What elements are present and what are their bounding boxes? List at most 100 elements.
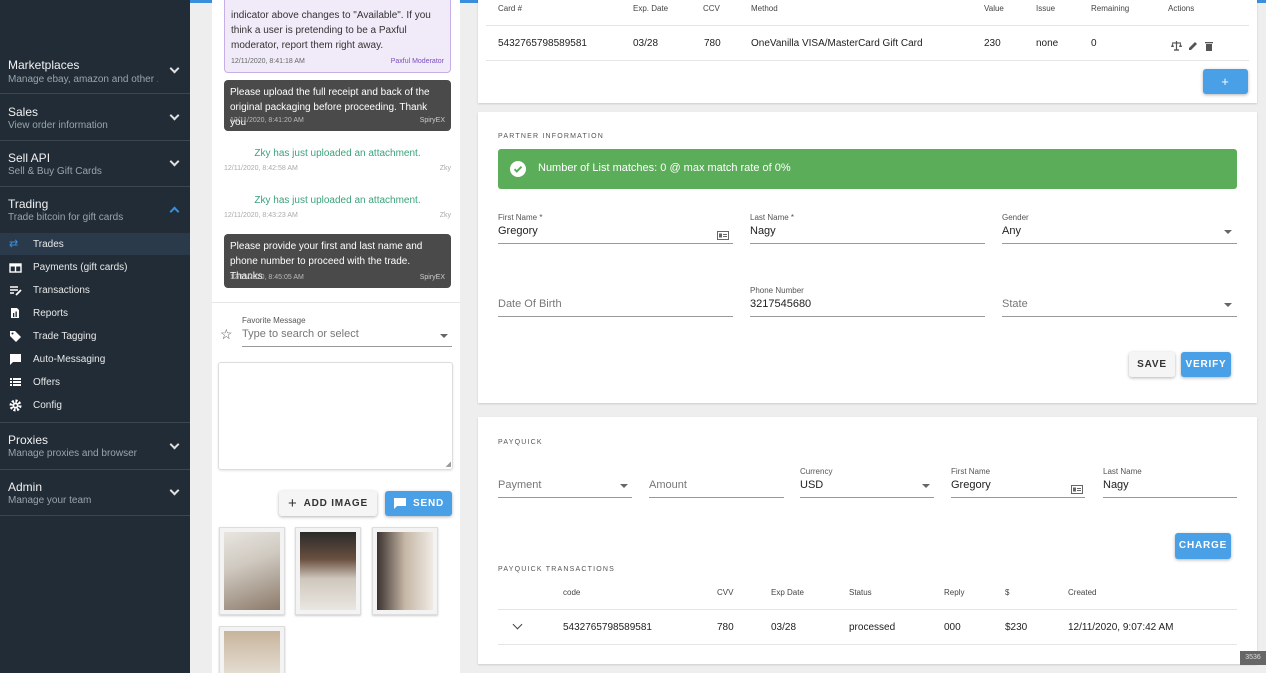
tx-reply: 000: [944, 622, 961, 633]
phone-number-field[interactable]: 3217545680: [750, 297, 985, 317]
message-author: Paxful Moderator: [390, 58, 444, 65]
sidebar-item-trades[interactable]: ⇄ Trades: [0, 233, 190, 255]
tag-icon: [9, 330, 23, 342]
delete-trash-icon[interactable]: [1205, 38, 1213, 56]
nav-title: Trading: [8, 197, 49, 211]
column-header: Card #: [498, 4, 523, 13]
star-icon[interactable]: ☆: [220, 326, 233, 343]
list-icon: [9, 376, 23, 388]
nav-sales[interactable]: Sales View order information: [0, 94, 190, 141]
sidebar-item-label: Offers: [33, 377, 61, 388]
card-back-image: [377, 532, 433, 610]
receipt-image: [224, 532, 280, 610]
divider: [212, 302, 460, 303]
payquick-last-name-field[interactable]: Nagy: [1103, 478, 1237, 498]
chevron-down-icon: [169, 156, 180, 167]
payment-select[interactable]: Payment: [498, 478, 632, 498]
date-of-birth-field[interactable]: Date Of Birth: [498, 297, 733, 317]
nav-marketplaces[interactable]: Marketplaces Manage ebay, amazon and oth…: [0, 47, 190, 94]
amount-field[interactable]: Amount: [649, 478, 784, 498]
chat-message: Please provide your first and last name …: [224, 234, 451, 288]
attachment-thumbnail[interactable]: [295, 527, 361, 615]
date-of-birth-placeholder: Date Of Birth: [498, 298, 562, 310]
message-textarea[interactable]: ◢: [218, 362, 453, 470]
state-select[interactable]: State: [1002, 297, 1237, 317]
column-header: code: [563, 588, 581, 597]
sidebar-item-trade-tagging[interactable]: Trade Tagging: [0, 325, 190, 347]
moderator-message: indicator above changes to "Available". …: [224, 0, 451, 73]
nav-title: Sales: [8, 105, 39, 119]
sidebar: Marketplaces Manage ebay, amazon and oth…: [0, 0, 190, 673]
gender-select[interactable]: Any: [1002, 224, 1237, 244]
divider: [486, 60, 1249, 61]
system-message: Zky has just uploaded an attachment.: [254, 195, 421, 206]
sidebar-item-label: Transactions: [33, 285, 90, 296]
nav-sell-api[interactable]: Sell API Sell & Buy Gift Cards: [0, 141, 190, 187]
sidebar-item-transactions[interactable]: Transactions: [0, 279, 190, 301]
column-header: Actions: [1168, 4, 1195, 13]
issue: none: [1036, 38, 1059, 49]
tx-status: processed: [849, 622, 896, 633]
favorite-message-label: Favorite Message: [242, 316, 306, 325]
column-header: Exp Date: [771, 588, 804, 597]
dropdown-caret-icon: [440, 334, 448, 338]
sidebar-item-offers[interactable]: Offers: [0, 371, 190, 393]
nav-title: Proxies: [8, 433, 49, 447]
add-image-button[interactable]: + ADD IMAGE: [279, 491, 377, 516]
verify-button[interactable]: VERIFY: [1181, 352, 1231, 377]
chevron-down-icon: [169, 110, 180, 121]
edit-pencil-icon[interactable]: [1188, 38, 1198, 56]
send-label: SEND: [413, 498, 444, 509]
balance-scale-icon[interactable]: [1171, 38, 1182, 56]
message-time: 12/11/2020, 8:41:18 AM: [231, 58, 305, 65]
currency-select[interactable]: USD: [800, 478, 934, 498]
nav-subtitle: Sell & Buy Gift Cards: [8, 166, 102, 177]
message-time: 12/11/2020, 8:41:20 AM: [230, 117, 304, 124]
attachment-thumbnail[interactable]: [219, 527, 285, 615]
nav-proxies[interactable]: Proxies Manage proxies and browser: [0, 423, 190, 470]
sidebar-item-reports[interactable]: Reports: [0, 302, 190, 324]
payquick-first-name-field[interactable]: Gregory: [951, 478, 1085, 498]
nav-trading[interactable]: Trading Trade bitcoin for gift cards ⇄ T…: [0, 187, 190, 423]
chevron-down-icon: [169, 485, 180, 496]
chevron-down-icon: [169, 63, 180, 74]
amount-placeholder: Amount: [649, 479, 687, 491]
sidebar-item-payments[interactable]: Payments (gift cards): [0, 256, 190, 278]
message-author: Zky: [439, 212, 451, 219]
dropdown-caret-icon: [922, 484, 930, 488]
last-name-value: Nagy: [1103, 479, 1129, 491]
save-button[interactable]: SAVE: [1129, 352, 1175, 377]
sidebar-item-label: Auto-Messaging: [33, 354, 106, 365]
attachment-thumbnail[interactable]: [372, 527, 438, 615]
sidebar-item-config[interactable]: Config: [0, 394, 190, 416]
add-card-label: +: [1221, 74, 1230, 89]
sidebar-item-auto-messaging[interactable]: Auto-Messaging: [0, 348, 190, 370]
report-icon: [9, 307, 23, 319]
last-name-field[interactable]: Nagy: [750, 224, 985, 244]
tx-amount: $230: [1005, 622, 1028, 633]
nav-subtitle: Manage ebay, amazon and other ...: [8, 74, 158, 85]
ccv: 780: [704, 38, 721, 49]
send-button[interactable]: SEND: [385, 491, 452, 516]
plus-icon: +: [288, 495, 298, 512]
tx-exp-date: 03/28: [771, 622, 797, 633]
column-header: Reply: [944, 588, 965, 597]
sidebar-item-label: Trade Tagging: [33, 331, 97, 342]
sidebar-item-label: Reports: [33, 308, 69, 319]
section-title: PAYQUICK TRANSACTIONS: [498, 566, 615, 573]
currency-label: Currency: [800, 467, 833, 476]
message-text: indicator above changes to "Available". …: [231, 10, 431, 51]
partner-information-card: PARTNER INFORMATION Number of List match…: [478, 112, 1257, 403]
expand-chevron-icon[interactable]: [512, 619, 523, 630]
nav-title: Sell API: [8, 151, 51, 165]
payment-placeholder: Payment: [498, 479, 542, 491]
charge-button[interactable]: CHARGE: [1175, 533, 1231, 559]
nav-admin[interactable]: Admin Manage your team: [0, 470, 190, 516]
favorite-message-select[interactable]: Type to search or select: [242, 328, 452, 347]
resize-handle-icon[interactable]: ◢: [446, 460, 451, 468]
attachment-thumbnail[interactable]: [219, 626, 285, 673]
add-card-button[interactable]: +: [1203, 69, 1248, 94]
send-message-icon: [394, 498, 406, 510]
first-name-field[interactable]: Gregory: [498, 224, 733, 244]
message-time: 12/11/2020, 8:43:23 AM: [224, 212, 298, 219]
